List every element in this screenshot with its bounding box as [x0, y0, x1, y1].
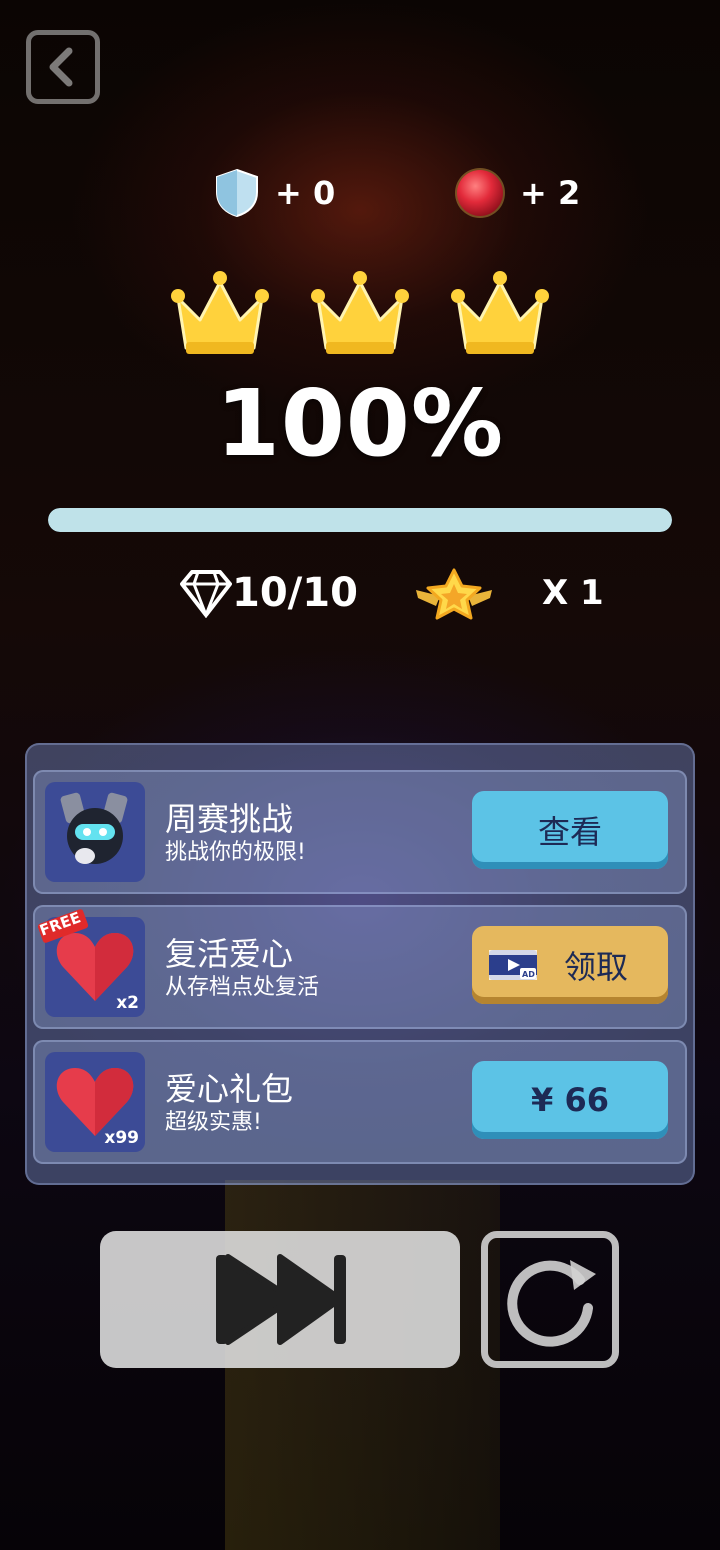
multiplier-stat: X 1	[542, 573, 604, 613]
back-arrow-icon	[49, 47, 73, 87]
diamond-count: 10/10	[232, 570, 358, 616]
video-ad-icon: AD	[489, 950, 537, 980]
diamond-stat: 10/10	[180, 566, 358, 620]
shield-reward: + 0	[213, 168, 335, 218]
view-button-label: 查看	[537, 813, 602, 851]
view-button[interactable]: 查看	[472, 791, 668, 869]
crown-icon	[311, 271, 409, 354]
offer-subtitle: 超级实惠!	[165, 1110, 262, 1135]
offer-row-heart-pack: x99 爱心礼包 超级实惠! ¥ 66	[33, 1040, 687, 1164]
replay-button[interactable]	[481, 1231, 619, 1368]
robot-character-icon	[45, 782, 145, 882]
claim-button-label: 领取	[564, 948, 629, 986]
claim-button[interactable]: AD 领取	[472, 926, 668, 1004]
revive-count: x2	[116, 993, 139, 1013]
back-button[interactable]	[26, 30, 100, 104]
ball-reward: + 2	[454, 168, 580, 218]
skip-button[interactable]	[100, 1231, 460, 1368]
diamond-icon	[180, 570, 232, 618]
crown-icon	[171, 271, 269, 354]
ball-bonus-text: + 2	[520, 174, 581, 212]
crown-icon	[451, 271, 549, 354]
heart-pack-count: x99	[104, 1128, 139, 1148]
progress-bar-fill	[48, 508, 672, 532]
progress-bar	[48, 508, 672, 532]
skip-forward-icon	[216, 1254, 346, 1345]
shield-bonus-text: + 0	[275, 174, 336, 212]
offer-subtitle: 从存档点处复活	[165, 975, 320, 1000]
red-ball-icon	[455, 168, 505, 218]
svg-text:AD: AD	[522, 970, 535, 979]
price-label: ¥ 66	[531, 1081, 609, 1119]
completion-percent: 100%	[215, 370, 505, 477]
buy-button[interactable]: ¥ 66	[472, 1061, 668, 1139]
offer-row-weekly: 周赛挑战 挑战你的极限! 查看	[33, 770, 687, 894]
replay-icon	[507, 1260, 596, 1347]
offer-row-revive: x2 FREE 复活爱心 从存档点处复活 AD 领取	[33, 905, 687, 1029]
offer-subtitle: 挑战你的极限!	[165, 840, 306, 865]
star-wings-icon	[416, 568, 492, 620]
heart-pack-tile: x99	[45, 1052, 145, 1152]
shield-icon	[216, 168, 258, 218]
